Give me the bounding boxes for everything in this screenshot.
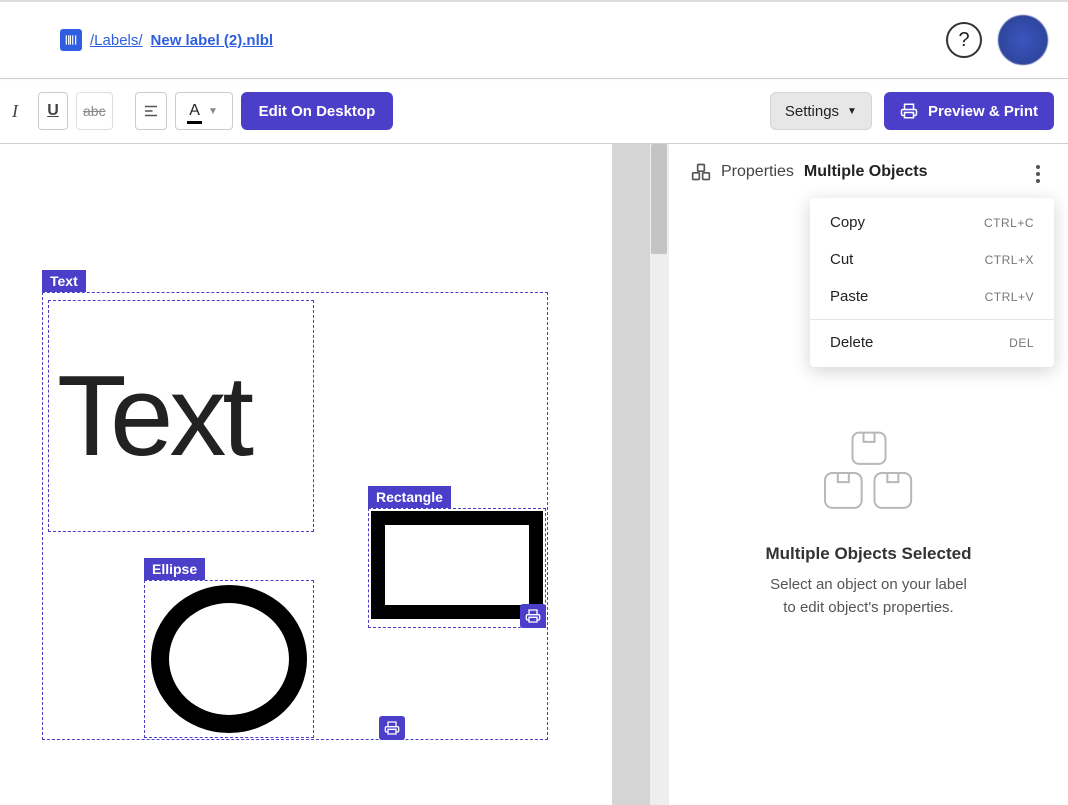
font-color-label: A <box>189 102 200 120</box>
header-right: ? <box>946 15 1048 65</box>
scrollbar-track[interactable] <box>650 144 668 805</box>
printer-icon <box>900 102 918 120</box>
kebab-menu-icon[interactable] <box>1028 162 1048 186</box>
boxes-icon <box>699 424 1038 522</box>
chevron-down-icon: ▼ <box>208 106 218 117</box>
canvas-gutter <box>612 144 668 805</box>
ctx-paste-label: Paste <box>830 288 868 305</box>
rectangle-object[interactable] <box>368 508 546 628</box>
properties-icon <box>691 162 711 182</box>
print-chip-icon[interactable] <box>379 716 405 740</box>
object-tag-text[interactable]: Text <box>42 270 86 292</box>
panel-header: Properties Multiple Objects <box>691 162 1046 182</box>
text-object-content: Text <box>49 351 250 482</box>
multi-desc-line1: Select an object on your label <box>699 574 1038 597</box>
ctx-copy-label: Copy <box>830 214 865 231</box>
context-menu: Copy CTRL+C Cut CTRL+X Paste CTRL+V Dele… <box>810 198 1054 367</box>
ctx-copy-shortcut: CTRL+C <box>984 216 1034 230</box>
print-chip-icon[interactable] <box>520 604 546 628</box>
rectangle-shape <box>371 511 543 619</box>
breadcrumb-file[interactable]: New label (2).nlbl <box>151 32 274 49</box>
scrollbar-thumb[interactable] <box>651 144 667 254</box>
multi-desc-line2: to edit object's properties. <box>699 597 1038 620</box>
main: Text Ellipse Rectangle Text <box>0 144 1068 805</box>
edit-on-desktop-button[interactable]: Edit On Desktop <box>241 92 394 130</box>
preview-print-button[interactable]: Preview & Print <box>884 92 1054 130</box>
toolbar-right: Settings ▼ Preview & Print <box>770 92 1054 130</box>
chevron-down-icon: ▼ <box>847 106 857 117</box>
ctx-cut-label: Cut <box>830 251 853 268</box>
canvas[interactable]: Text Ellipse Rectangle Text <box>0 144 612 805</box>
ctx-cut[interactable]: Cut CTRL+X <box>810 241 1054 278</box>
multi-title: Multiple Objects Selected <box>699 544 1038 564</box>
ellipse-object[interactable] <box>144 580 314 738</box>
ctx-delete[interactable]: Delete DEL <box>810 324 1054 361</box>
ctx-delete-shortcut: DEL <box>1009 336 1034 350</box>
ctx-paste[interactable]: Paste CTRL+V <box>810 278 1054 315</box>
properties-panel: Properties Multiple Objects Copy CTRL+C … <box>668 144 1068 805</box>
panel-value: Multiple Objects <box>804 163 928 181</box>
preview-label: Preview & Print <box>928 103 1038 120</box>
toolbar-left: I U abc A ▼ Edit On Desktop <box>0 92 393 130</box>
panel-label: Properties <box>721 163 794 181</box>
underline-button[interactable]: U <box>38 92 68 130</box>
toolbar: I U abc A ▼ Edit On Desktop Settings ▼ P… <box>0 79 1068 143</box>
settings-button[interactable]: Settings ▼ <box>770 92 872 130</box>
help-icon[interactable]: ? <box>946 22 982 58</box>
breadcrumb-path[interactable]: /Labels/ <box>90 32 143 49</box>
ctx-paste-shortcut: CTRL+V <box>985 290 1034 304</box>
header: /Labels/New label (2).nlbl ? <box>0 2 1068 78</box>
ctx-separator <box>810 319 1054 320</box>
multi-selection-hint: Multiple Objects Selected Select an obje… <box>669 424 1068 619</box>
ctx-delete-label: Delete <box>830 334 873 351</box>
strikethrough-button[interactable]: abc <box>76 92 113 130</box>
ctx-cut-shortcut: CTRL+X <box>985 253 1034 267</box>
avatar[interactable] <box>998 15 1048 65</box>
ellipse-shape <box>151 585 307 733</box>
font-color-button[interactable]: A ▼ <box>175 92 233 130</box>
italic-button[interactable]: I <box>0 92 30 130</box>
breadcrumb: /Labels/New label (2).nlbl <box>60 29 273 51</box>
text-object[interactable]: Text <box>48 300 314 532</box>
align-button[interactable] <box>135 92 167 130</box>
ctx-copy[interactable]: Copy CTRL+C <box>810 204 1054 241</box>
app-barcode-icon <box>60 29 82 51</box>
settings-label: Settings <box>785 103 839 120</box>
